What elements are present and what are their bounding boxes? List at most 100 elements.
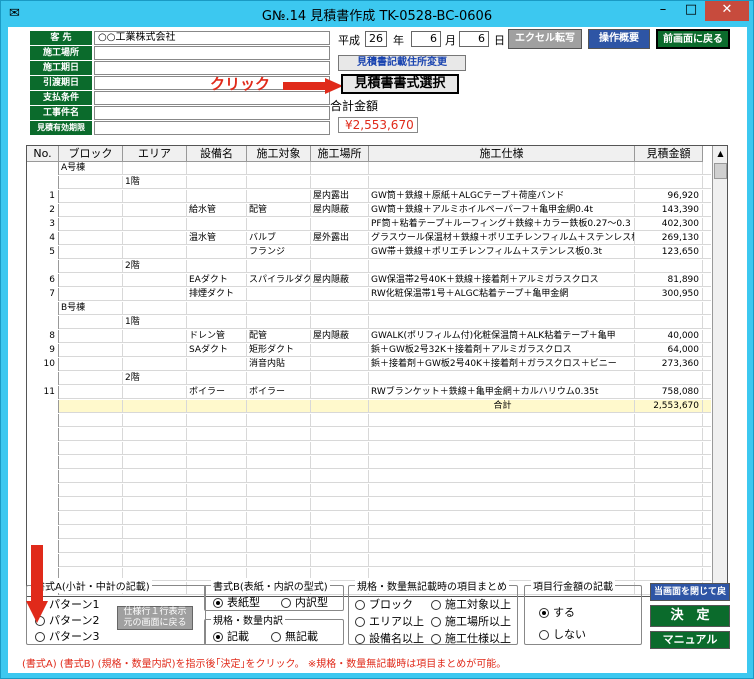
table-cell[interactable]: 給水管 — [187, 204, 247, 217]
amount-on-radio[interactable]: する — [539, 604, 575, 620]
table-cell[interactable] — [27, 484, 59, 497]
close-and-return-button[interactable]: 当画面を閉じて戻る — [650, 583, 730, 613]
table-cell[interactable] — [59, 414, 123, 427]
address-change-button[interactable]: 見積書記載住所変更 — [338, 55, 466, 71]
table-cell[interactable]: 402,300 — [635, 218, 703, 231]
table-cell[interactable] — [635, 302, 703, 315]
table-row[interactable] — [27, 512, 711, 525]
group-block-radio[interactable]: ブロック — [355, 596, 413, 612]
one-line-display-button[interactable]: 仕様行１行表示 元の画面に戻る — [117, 606, 193, 630]
table-cell[interactable] — [187, 484, 247, 497]
table-cell[interactable] — [59, 218, 123, 231]
table-cell[interactable] — [635, 260, 703, 273]
table-cell[interactable] — [247, 302, 311, 315]
table-cell[interactable]: 64,000 — [635, 344, 703, 357]
table-row[interactable]: 3 PF筒＋粘着テープ＋ルーフィング＋鉄線＋カラー鉄板0.27～0.3 402,30… — [27, 218, 711, 231]
table-cell[interactable]: 269,130 — [635, 232, 703, 245]
table-cell[interactable] — [59, 232, 123, 245]
table-cell[interactable]: 鋲＋GW板2号32K＋接着剤＋アルミガラスクロス — [369, 344, 635, 357]
table-cell[interactable] — [369, 554, 635, 567]
table-cell[interactable]: 758,080 — [635, 386, 703, 399]
close-button[interactable]: ✕ — [705, 1, 749, 21]
table-cell[interactable] — [635, 470, 703, 483]
table-cell[interactable] — [311, 176, 369, 189]
table-cell[interactable] — [369, 260, 635, 273]
table-cell[interactable]: 配管 — [247, 204, 311, 217]
table-cell[interactable]: GW帯＋鉄線＋ポリエチレンフィルム＋ステンレス板0.3t — [369, 246, 635, 259]
table-cell[interactable] — [311, 442, 369, 455]
table-cell[interactable] — [247, 498, 311, 511]
table-cell[interactable] — [635, 568, 703, 581]
table-cell[interactable] — [369, 512, 635, 525]
table-cell[interactable] — [27, 428, 59, 441]
table-cell[interactable] — [635, 316, 703, 329]
table-cell[interactable]: 屋外露出 — [311, 232, 369, 245]
group-spec-radio[interactable]: 施工仕様以上 — [431, 630, 511, 646]
table-cell[interactable] — [27, 414, 59, 427]
table-cell[interactable] — [635, 372, 703, 385]
table-cell[interactable] — [187, 554, 247, 567]
table-cell[interactable] — [311, 218, 369, 231]
table-cell[interactable]: 鋲＋接着剤＋GW板2号40K＋接着剤＋ガラスクロス＋ビニー — [369, 358, 635, 371]
table-cell[interactable] — [311, 540, 369, 553]
table-cell[interactable] — [311, 316, 369, 329]
column-header[interactable]: 設備名 — [187, 146, 247, 162]
table-cell[interactable] — [369, 302, 635, 315]
table-cell[interactable] — [247, 484, 311, 497]
table-cell[interactable] — [27, 176, 59, 189]
table-cell[interactable] — [187, 316, 247, 329]
table-cell[interactable] — [187, 176, 247, 189]
table-cell[interactable]: グラスウール保温材＋鉄線＋ポリエチレンフィルム＋ステンレス板0.3 — [369, 232, 635, 245]
table-row[interactable]: B号棟 — [27, 302, 711, 315]
table-cell[interactable] — [247, 540, 311, 553]
table-cell[interactable] — [187, 498, 247, 511]
table-cell[interactable] — [187, 302, 247, 315]
table-cell[interactable] — [247, 400, 311, 413]
pattern-3-radio[interactable]: パターン3 — [35, 628, 99, 644]
table-cell[interactable] — [369, 176, 635, 189]
table-cell[interactable]: 矩形ダクト — [247, 344, 311, 357]
table-cell[interactable]: 屋内隠蔽 — [311, 330, 369, 343]
column-header[interactable]: 施工仕様 — [369, 146, 635, 162]
table-row[interactable]: 10 消音内貼 鋲＋接着剤＋GW板2号40K＋接着剤＋ガラスクロス＋ビニー 273,3… — [27, 358, 711, 371]
table-cell[interactable]: 40,000 — [635, 330, 703, 343]
table-row[interactable]: 7 排煙ダクト RW化粧保温帯1号＋ALGC粘着テープ＋亀甲金網 300,950 — [27, 288, 711, 301]
table-cell[interactable]: フランジ — [247, 246, 311, 259]
table-cell[interactable] — [369, 498, 635, 511]
table-row[interactable] — [27, 442, 711, 455]
detail-off-radio[interactable]: 無記載 — [271, 628, 318, 644]
table-cell[interactable] — [123, 540, 187, 553]
table-cell[interactable] — [247, 470, 311, 483]
month-field[interactable]: 6 — [411, 31, 441, 47]
table-cell[interactable]: 9 — [27, 344, 59, 357]
table-cell[interactable]: 8 — [27, 330, 59, 343]
breakdown-type-radio[interactable]: 内訳型 — [281, 594, 328, 610]
field-value[interactable] — [94, 106, 330, 120]
detail-on-radio[interactable]: 記載 — [213, 628, 249, 644]
table-row[interactable]: 2階 — [27, 372, 711, 385]
table-cell[interactable] — [311, 498, 369, 511]
table-cell[interactable] — [59, 372, 123, 385]
table-row[interactable] — [27, 554, 711, 567]
field-value[interactable] — [94, 46, 330, 60]
column-header[interactable]: エリア — [123, 146, 187, 162]
table-cell[interactable] — [247, 190, 311, 203]
manual-button[interactable]: マニュアル — [650, 631, 730, 649]
table-cell[interactable] — [247, 554, 311, 567]
table-cell[interactable] — [27, 162, 59, 175]
table-cell[interactable] — [247, 176, 311, 189]
table-cell[interactable] — [123, 498, 187, 511]
table-cell[interactable]: GW保温帯2号40K＋鉄線＋接着剤＋アルミガラスクロス — [369, 274, 635, 287]
table-cell[interactable] — [123, 386, 187, 399]
table-cell[interactable]: 1階 — [123, 316, 187, 329]
table-cell[interactable]: PF筒＋粘着テープ＋ルーフィング＋鉄線＋カラー鉄板0.27～0.3 — [369, 218, 635, 231]
table-cell[interactable] — [187, 512, 247, 525]
table-cell[interactable] — [247, 372, 311, 385]
table-cell[interactable]: 2,553,670 — [635, 400, 703, 413]
table-cell[interactable] — [369, 470, 635, 483]
scroll-thumb[interactable] — [714, 163, 727, 179]
table-cell[interactable] — [27, 470, 59, 483]
table-cell[interactable] — [635, 512, 703, 525]
table-cell[interactable] — [311, 428, 369, 441]
table-cell[interactable] — [311, 246, 369, 259]
